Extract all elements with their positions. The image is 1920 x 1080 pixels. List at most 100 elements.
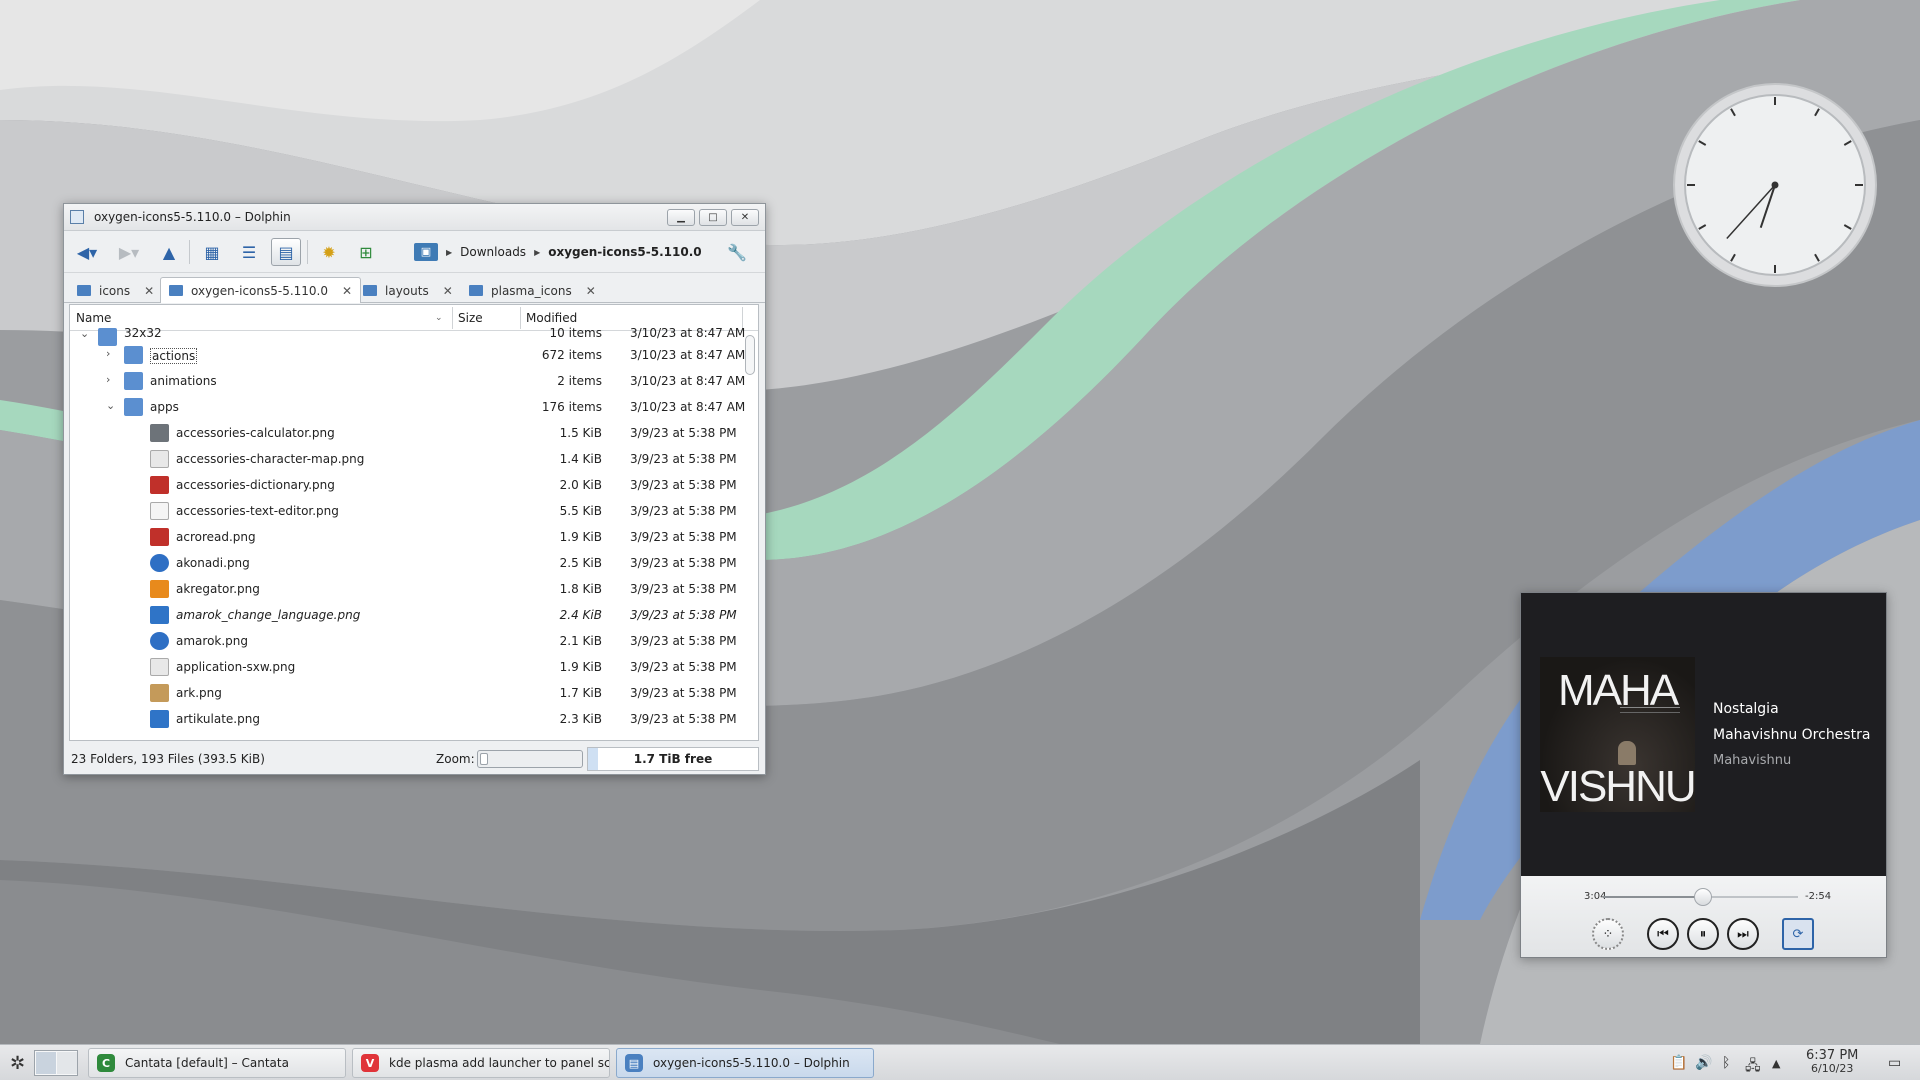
file-row[interactable]: accessories-text-editor.png 5.5 KiB 3/9/23… — [70, 498, 742, 524]
pause-button[interactable]: ⏸ — [1687, 918, 1719, 950]
vertical-scrollbar[interactable] — [745, 335, 755, 375]
free-space-text: 1.7 TiB free — [633, 752, 713, 766]
file-row[interactable]: akonadi.png 2.5 KiB 3/9/23 at 5:38 PM — [70, 550, 742, 576]
kde-launcher-icon[interactable]: ✲ — [10, 1053, 25, 1074]
network-icon[interactable]: 🖧 — [1745, 1055, 1761, 1079]
task-label: oxygen-icons5-5.110.0 – Dolphin — [653, 1056, 850, 1070]
folder-row[interactable]: ⌄ apps 176 items 3/10/23 at 8:47 AM — [70, 394, 745, 420]
file-icon — [150, 528, 169, 546]
back-button[interactable]: ◀▾ — [72, 238, 102, 266]
compact-view-button[interactable]: ☰ — [234, 238, 264, 266]
task-vivaldi[interactable]: V kde plasma add launcher to panel scrip… — [352, 1048, 610, 1078]
file-row[interactable]: acroread.png 1.9 KiB 3/9/23 at 5:38 PM — [70, 524, 742, 550]
column-name[interactable]: Name — [76, 311, 111, 325]
seek-handle[interactable] — [1694, 888, 1713, 906]
previous-track-button[interactable]: ⏮ — [1647, 918, 1679, 950]
tab-layouts[interactable]: layouts ✕ — [354, 277, 462, 303]
folder-row[interactable]: › animations 2 items 3/10/23 at 8:47 AM — [70, 368, 745, 394]
bluetooth-icon[interactable]: ᛒ — [1722, 1055, 1730, 1071]
volume-icon[interactable]: 🔊 — [1695, 1055, 1712, 1071]
file-details-view[interactable]: Name ⌄ Size Modified ⌄ 32x32 10 items 3/10/… — [69, 304, 759, 741]
file-icon — [150, 606, 169, 624]
settings-button[interactable]: 🔧 — [722, 238, 752, 266]
close-tab-icon[interactable]: ✕ — [342, 284, 352, 298]
file-row[interactable]: accessories-calculator.png 1.5 KiB 3/9/23 … — [70, 420, 742, 446]
folder-icon — [469, 285, 483, 296]
tab-icons[interactable]: icons ✕ — [68, 277, 163, 303]
folder-row[interactable]: ⌄ 32x32 10 items 3/10/23 at 8:47 AM — [70, 326, 745, 346]
file-row[interactable]: accessories-dictionary.png 2.0 KiB 3/9/23 … — [70, 472, 742, 498]
analog-clock-widget[interactable] — [1672, 82, 1878, 288]
tab-oxygen-icons5[interactable]: oxygen-icons5-5.110.0 ✕ — [160, 277, 362, 303]
file-row[interactable]: amarok_change_language.png 2.4 KiB 3/9/23 … — [70, 602, 742, 628]
zoom-slider-handle[interactable] — [480, 753, 488, 765]
window-titlebar[interactable]: oxygen-icons5-5.110.0 – Dolphin ▁ □ ✕ — [64, 204, 765, 231]
file-row[interactable]: akregator.png 1.8 KiB 3/9/23 at 5:38 PM — [70, 576, 742, 602]
clipboard-icon[interactable]: 📋 — [1670, 1055, 1687, 1071]
file-modified: 3/9/23 at 5:38 PM — [630, 634, 737, 648]
tab-bar: icons ✕ oxygen-icons5-5.110.0 ✕ layouts … — [64, 273, 765, 303]
taskbar: ✲ C Cantata [default] – Cantata V kde pl… — [0, 1044, 1920, 1080]
task-cantata[interactable]: C Cantata [default] – Cantata — [88, 1048, 346, 1078]
column-divider[interactable] — [520, 307, 521, 329]
file-name: amarok_change_language.png — [176, 608, 361, 622]
column-divider[interactable] — [452, 307, 453, 329]
shuffle-button[interactable]: ⁘ — [1592, 918, 1624, 950]
dolphin-window[interactable]: oxygen-icons5-5.110.0 – Dolphin ▁ □ ✕ ◀▾… — [63, 203, 766, 775]
preview-button[interactable]: ✹ — [314, 238, 344, 266]
column-size[interactable]: Size — [458, 311, 483, 325]
close-window-button[interactable]: ✕ — [731, 209, 759, 226]
expand-chevron-icon[interactable]: › — [106, 347, 110, 360]
next-track-button[interactable]: ⏭ — [1727, 918, 1759, 950]
file-row[interactable]: accessories-character-map.png 1.4 KiB 3/9/… — [70, 446, 742, 472]
up-button[interactable]: ▲ — [154, 238, 184, 266]
desktop-2[interactable] — [57, 1052, 77, 1074]
cantata-icon: C — [97, 1054, 115, 1072]
player-controls: 3:04 -2:54 ⁘ ⏮ ⏸ ⏭ ⟳ — [1521, 876, 1886, 957]
folder-row[interactable]: › actions 672 items 3/10/23 at 8:47 AM — [70, 342, 745, 368]
media-player-widget[interactable]: MAHA VISHNU Nostalgia Mahavishnu Orchest… — [1520, 592, 1887, 958]
close-tab-icon[interactable]: ✕ — [144, 284, 154, 298]
file-row[interactable]: ark.png 1.7 KiB 3/9/23 at 5:38 PM — [70, 680, 742, 706]
file-row[interactable]: artikulate.png 2.3 KiB 3/9/23 at 5:38 PM — [70, 706, 742, 732]
details-view-button[interactable]: ▤ — [271, 238, 301, 266]
breadcrumb-current[interactable]: oxygen-icons5-5.110.0 — [548, 245, 701, 259]
file-name: akregator.png — [176, 582, 260, 596]
show-desktop-icon[interactable]: ▭ — [1888, 1055, 1901, 1071]
desktop-1[interactable] — [36, 1052, 56, 1074]
file-name: apps — [150, 400, 179, 414]
task-dolphin[interactable]: ▤ oxygen-icons5-5.110.0 – Dolphin — [616, 1048, 874, 1078]
split-view-button[interactable]: ⊞ — [351, 238, 381, 266]
file-name: amarok.png — [176, 634, 249, 648]
tray-expand-icon[interactable]: ▲ — [1772, 1057, 1780, 1070]
file-size: 672 items — [541, 348, 602, 362]
breadcrumb-parent[interactable]: Downloads — [460, 245, 526, 259]
file-name: actions — [150, 348, 198, 364]
file-icon — [150, 502, 169, 520]
drive-icon[interactable]: ▣ — [414, 243, 438, 261]
minimize-button[interactable]: ▁ — [667, 209, 695, 226]
tab-plasma-icons[interactable]: plasma_icons ✕ — [460, 277, 605, 303]
dolphin-icon: ▤ — [625, 1054, 643, 1072]
pager[interactable] — [34, 1050, 78, 1076]
maximize-button[interactable]: □ — [699, 209, 727, 226]
file-row[interactable]: application-sxw.png 1.9 KiB 3/9/23 at 5:38… — [70, 654, 742, 680]
wrench-icon: 🔧 — [727, 242, 747, 262]
album-name: Mahavishnu — [1713, 753, 1792, 768]
zoom-slider[interactable] — [477, 750, 583, 768]
digital-clock[interactable]: 6:37 PM 6/10/23 — [1806, 1049, 1858, 1075]
dolphin-app-icon — [70, 210, 84, 224]
file-name: artikulate.png — [176, 712, 260, 726]
file-row[interactable]: amarok.png 2.1 KiB 3/9/23 at 5:38 PM — [70, 628, 742, 654]
collapse-chevron-icon[interactable]: ⌄ — [80, 327, 89, 340]
expand-chevron-icon[interactable]: › — [106, 373, 110, 386]
forward-button[interactable]: ▶▾ — [114, 238, 144, 266]
icons-view-button[interactable]: ▦ — [197, 238, 227, 266]
repeat-button[interactable]: ⟳ — [1782, 918, 1814, 950]
file-modified: 3/9/23 at 5:38 PM — [630, 530, 737, 544]
column-modified[interactable]: Modified — [526, 311, 577, 325]
collapse-chevron-icon[interactable]: ⌄ — [106, 399, 115, 412]
close-tab-icon[interactable]: ✕ — [443, 284, 453, 298]
close-tab-icon[interactable]: ✕ — [586, 284, 596, 298]
free-space-indicator[interactable]: 1.7 TiB free — [587, 747, 759, 771]
